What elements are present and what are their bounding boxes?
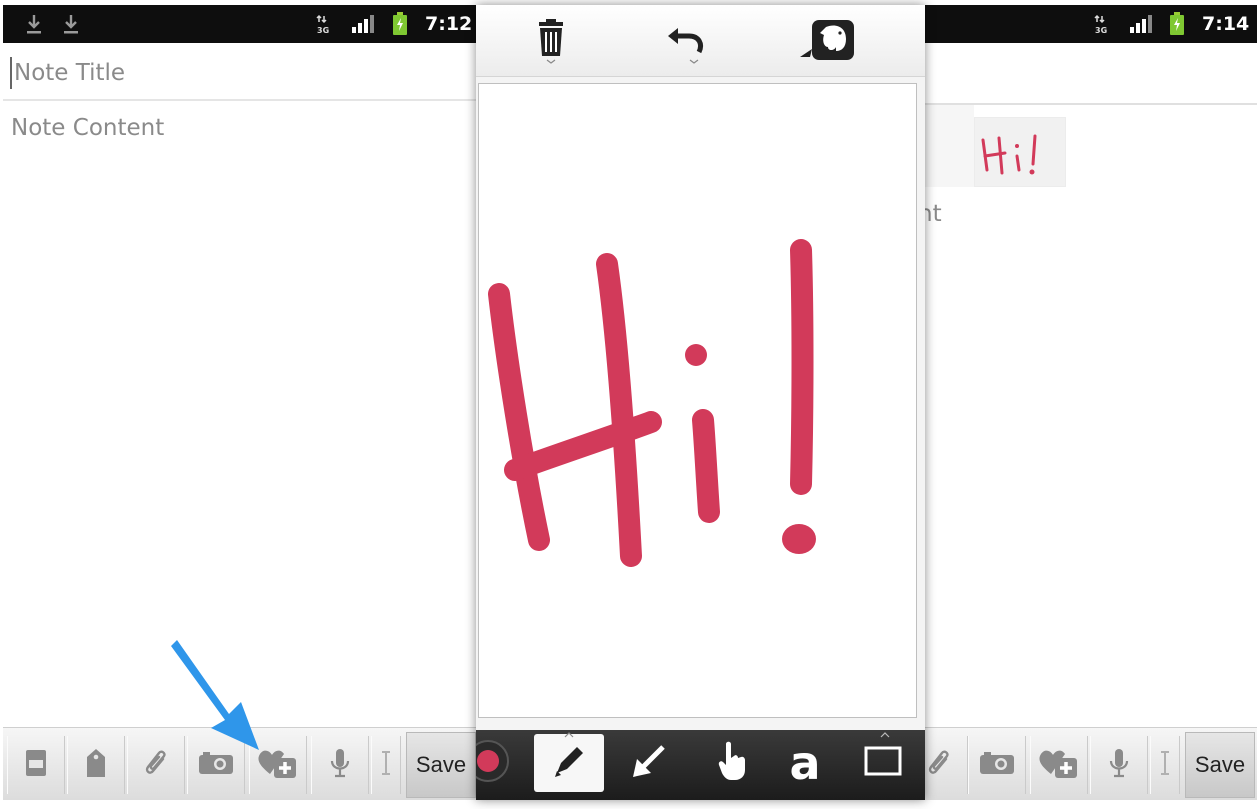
note-content-field[interactable]: [3, 103, 481, 723]
battery-icon: [1167, 11, 1187, 37]
network-3g-icon: 3G: [314, 11, 334, 37]
text-format-button[interactable]: [1150, 736, 1180, 794]
clock: 7:14: [1202, 13, 1250, 35]
trash-button[interactable]: [521, 13, 581, 73]
clock: 7:12: [425, 13, 473, 35]
status-bar: 3G 7:12: [3, 5, 481, 43]
save-button[interactable]: Save: [1185, 732, 1255, 798]
paperclip-icon: [926, 747, 952, 783]
skitch-button[interactable]: [1030, 736, 1088, 794]
sketch-thumbnail-ink: [981, 134, 1037, 175]
shape-tool-button[interactable]: [848, 732, 918, 792]
text-cursor-icon: [381, 750, 391, 780]
text-format-button[interactable]: [371, 736, 401, 794]
trash-icon: [533, 18, 569, 68]
microphone-button[interactable]: [1090, 736, 1148, 794]
signal-icon: [1128, 11, 1154, 37]
text-tool-button[interactable]: a: [770, 734, 840, 792]
tag-icon: [83, 747, 109, 783]
tag-button[interactable]: [67, 736, 125, 794]
arrow-tool-button[interactable]: [614, 734, 684, 792]
camera-icon: [198, 750, 234, 780]
skitch-tool-bar: a: [476, 730, 925, 800]
notebook-icon: [23, 748, 49, 782]
hand-tool-button[interactable]: [698, 734, 768, 792]
left-screen: 3G 7:12 Note Title Note Content Save: [3, 5, 481, 800]
svg-text:3G: 3G: [1095, 26, 1107, 35]
skitch-heart-add-icon: [256, 746, 300, 784]
note-title-field[interactable]: [3, 43, 481, 101]
hand-pointer-icon: [716, 740, 750, 786]
note-toolbar: Save: [900, 727, 1257, 800]
drawing-canvas[interactable]: [478, 83, 917, 718]
pencil-icon: [549, 741, 589, 785]
notebook-button[interactable]: [7, 736, 65, 794]
pen-tool-button[interactable]: [534, 732, 604, 792]
skitch-top-bar: [476, 5, 925, 77]
save-button[interactable]: Save: [406, 732, 476, 798]
rectangle-icon: [863, 743, 903, 783]
color-dot-icon: [476, 739, 510, 787]
undo-button[interactable]: [656, 13, 716, 73]
camera-icon: [979, 750, 1015, 780]
undo-icon: [665, 18, 707, 68]
microphone-button[interactable]: [311, 736, 369, 794]
skitch-screen: a: [476, 5, 925, 800]
note-title-field[interactable]: [900, 43, 1257, 105]
note-content-input[interactable]: [11, 115, 471, 695]
camera-button[interactable]: [968, 736, 1026, 794]
download-icon: [60, 11, 82, 37]
microphone-icon: [1108, 747, 1130, 783]
caret-up-icon: [564, 732, 574, 738]
signal-icon: [350, 11, 376, 37]
caret-up-icon: [880, 732, 890, 738]
skitch-heart-add-icon: [1037, 746, 1081, 784]
battery-icon: [390, 11, 410, 37]
text-cursor-icon: [1160, 750, 1170, 780]
evernote-share-button[interactable]: [798, 13, 858, 73]
attach-button[interactable]: [127, 736, 185, 794]
note-toolbar: Save: [3, 727, 481, 800]
hi-sketch-ink: [488, 239, 816, 567]
note-title-input[interactable]: [10, 57, 450, 89]
svg-text:3G: 3G: [317, 26, 329, 35]
skitch-button[interactable]: [249, 736, 307, 794]
download-icon: [23, 11, 45, 37]
network-3g-icon: 3G: [1092, 11, 1112, 37]
arrow-down-left-icon: [629, 741, 669, 785]
right-screen: 3G 7:14 nt Save: [900, 5, 1257, 800]
status-bar: 3G 7:14: [900, 5, 1257, 43]
color-picker-button[interactable]: [476, 734, 518, 792]
camera-button[interactable]: [187, 736, 245, 794]
evernote-elephant-icon: [798, 17, 858, 69]
microphone-icon: [329, 747, 351, 783]
sketch-thumbnail[interactable]: [974, 117, 1066, 187]
paperclip-icon: [143, 747, 169, 783]
